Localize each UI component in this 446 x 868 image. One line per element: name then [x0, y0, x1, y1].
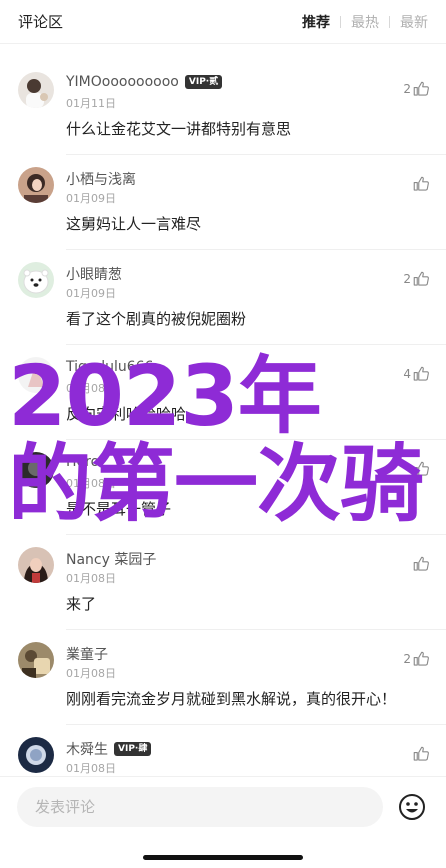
avatar[interactable]: [18, 262, 54, 298]
like-count: 2: [403, 652, 411, 666]
comment-author-row: 木舜生 VIP·肆: [66, 739, 152, 759]
comment-author-row: 小眼睛葱: [66, 264, 122, 284]
comment-date: 01月08日: [66, 477, 116, 490]
comment-date: 01月08日: [66, 382, 116, 395]
thumbs-up-icon: [413, 271, 429, 286]
like-button[interactable]: [411, 175, 430, 193]
comment-section-title: 评论区: [18, 13, 64, 31]
like-button[interactable]: [411, 555, 430, 573]
vip-badge: VIP·贰: [184, 75, 223, 89]
comment-header: 评论区 推荐 最热 最新: [0, 0, 446, 44]
comment-item: Nancy 菜园子 01月08日 来了: [0, 535, 446, 630]
thumbs-up-icon: [413, 461, 429, 476]
thumbs-up-icon: [413, 651, 429, 666]
comment-author[interactable]: 木舜生: [66, 739, 108, 759]
like-button[interactable]: 4: [403, 365, 430, 383]
comment-author-row: Tigerlulu666: [66, 359, 154, 375]
tab-hottest[interactable]: 最热: [351, 12, 379, 32]
avatar[interactable]: [18, 642, 54, 678]
comment-author[interactable]: Tigerlulu666: [66, 359, 154, 375]
comment-list: YIMOooooooooo VIP·贰 01月11日 什么让金花艾文一讲都特别有…: [0, 60, 446, 820]
tab-divider: [389, 15, 390, 28]
comment-author-row: 業童子: [66, 644, 108, 664]
comment-date: 01月08日: [66, 572, 116, 585]
smiley-icon[interactable]: [398, 793, 426, 821]
sort-tabs: 推荐 最热 最新: [302, 12, 428, 32]
thumbs-up-icon: [413, 746, 429, 761]
like-count: 2: [403, 82, 411, 96]
comment-item: Tigerlulu666 01月08日 反向安利哈哈哈哈 4: [0, 345, 446, 440]
comment-author-row: Hero: [66, 454, 99, 470]
comment-date: 01月11日: [66, 97, 116, 110]
like-button[interactable]: [411, 460, 430, 478]
like-button[interactable]: 2: [403, 650, 430, 668]
comment-author[interactable]: YIMOooooooooo: [66, 74, 179, 90]
thumbs-up-icon: [413, 366, 429, 381]
vip-badge: VIP·肆: [114, 742, 152, 756]
comment-author-row: Nancy 菜园子: [66, 549, 156, 569]
comment-text: 什么让金花艾文一讲都特别有意思: [66, 120, 292, 138]
comment-author-row: 小栖与浅离: [66, 169, 136, 189]
thumbs-up-icon: [413, 81, 429, 96]
comment-date: 01月08日: [66, 762, 116, 775]
like-count: 4: [403, 367, 411, 381]
comment-author[interactable]: Nancy 菜园子: [66, 549, 156, 569]
comment-text: 来了: [66, 595, 97, 613]
comment-item: 小栖与浅离 01月09日 这舅妈让人一言难尽: [0, 155, 446, 250]
thumbs-up-icon: [413, 176, 429, 191]
like-button[interactable]: [411, 745, 430, 763]
comment-text: 这舅妈让人一言难尽: [66, 215, 202, 233]
comment-author-row: YIMOooooooooo VIP·贰: [66, 74, 223, 90]
avatar[interactable]: [18, 547, 54, 583]
avatar[interactable]: [18, 357, 54, 393]
tab-newest[interactable]: 最新: [400, 12, 428, 32]
like-button[interactable]: 2: [403, 80, 430, 98]
comment-input-bar: 发表评论: [0, 776, 446, 868]
comment-text: 是不是耳一管子: [66, 500, 172, 518]
comment-item: 小眼睛葱 01月09日 看了这个剧真的被倪妮圈粉 2: [0, 250, 446, 345]
comment-text: 看了这个剧真的被倪妮圈粉: [66, 310, 247, 328]
comment-text: 刚刚看完流金岁月就碰到黑水解说，真的很开心！: [66, 690, 397, 708]
comment-date: 01月09日: [66, 192, 116, 205]
comment-item: YIMOooooooooo VIP·贰 01月11日 什么让金花艾文一讲都特别有…: [0, 60, 446, 155]
avatar[interactable]: [18, 452, 54, 488]
comment-author[interactable]: 小眼睛葱: [66, 264, 122, 284]
like-count: 2: [403, 272, 411, 286]
comment-input[interactable]: 发表评论: [17, 787, 383, 827]
avatar[interactable]: [18, 72, 54, 108]
comment-date: 01月09日: [66, 287, 116, 300]
comment-author[interactable]: Hero: [66, 454, 99, 470]
tab-divider: [340, 15, 341, 28]
thumbs-up-icon: [413, 556, 429, 571]
comment-text: 反向安利哈哈哈哈: [66, 405, 187, 423]
comment-author[interactable]: 業童子: [66, 644, 108, 664]
comment-item: 業童子 01月08日 刚刚看完流金岁月就碰到黑水解说，真的很开心！ 2: [0, 630, 446, 725]
tab-recommended[interactable]: 推荐: [302, 12, 330, 32]
like-button[interactable]: 2: [403, 270, 430, 288]
comment-item: Hero 01月08日 是不是耳一管子: [0, 440, 446, 535]
comment-author[interactable]: 小栖与浅离: [66, 169, 136, 189]
home-indicator: [143, 855, 303, 860]
comment-date: 01月08日: [66, 667, 116, 680]
avatar[interactable]: [18, 167, 54, 203]
avatar[interactable]: [18, 737, 54, 773]
